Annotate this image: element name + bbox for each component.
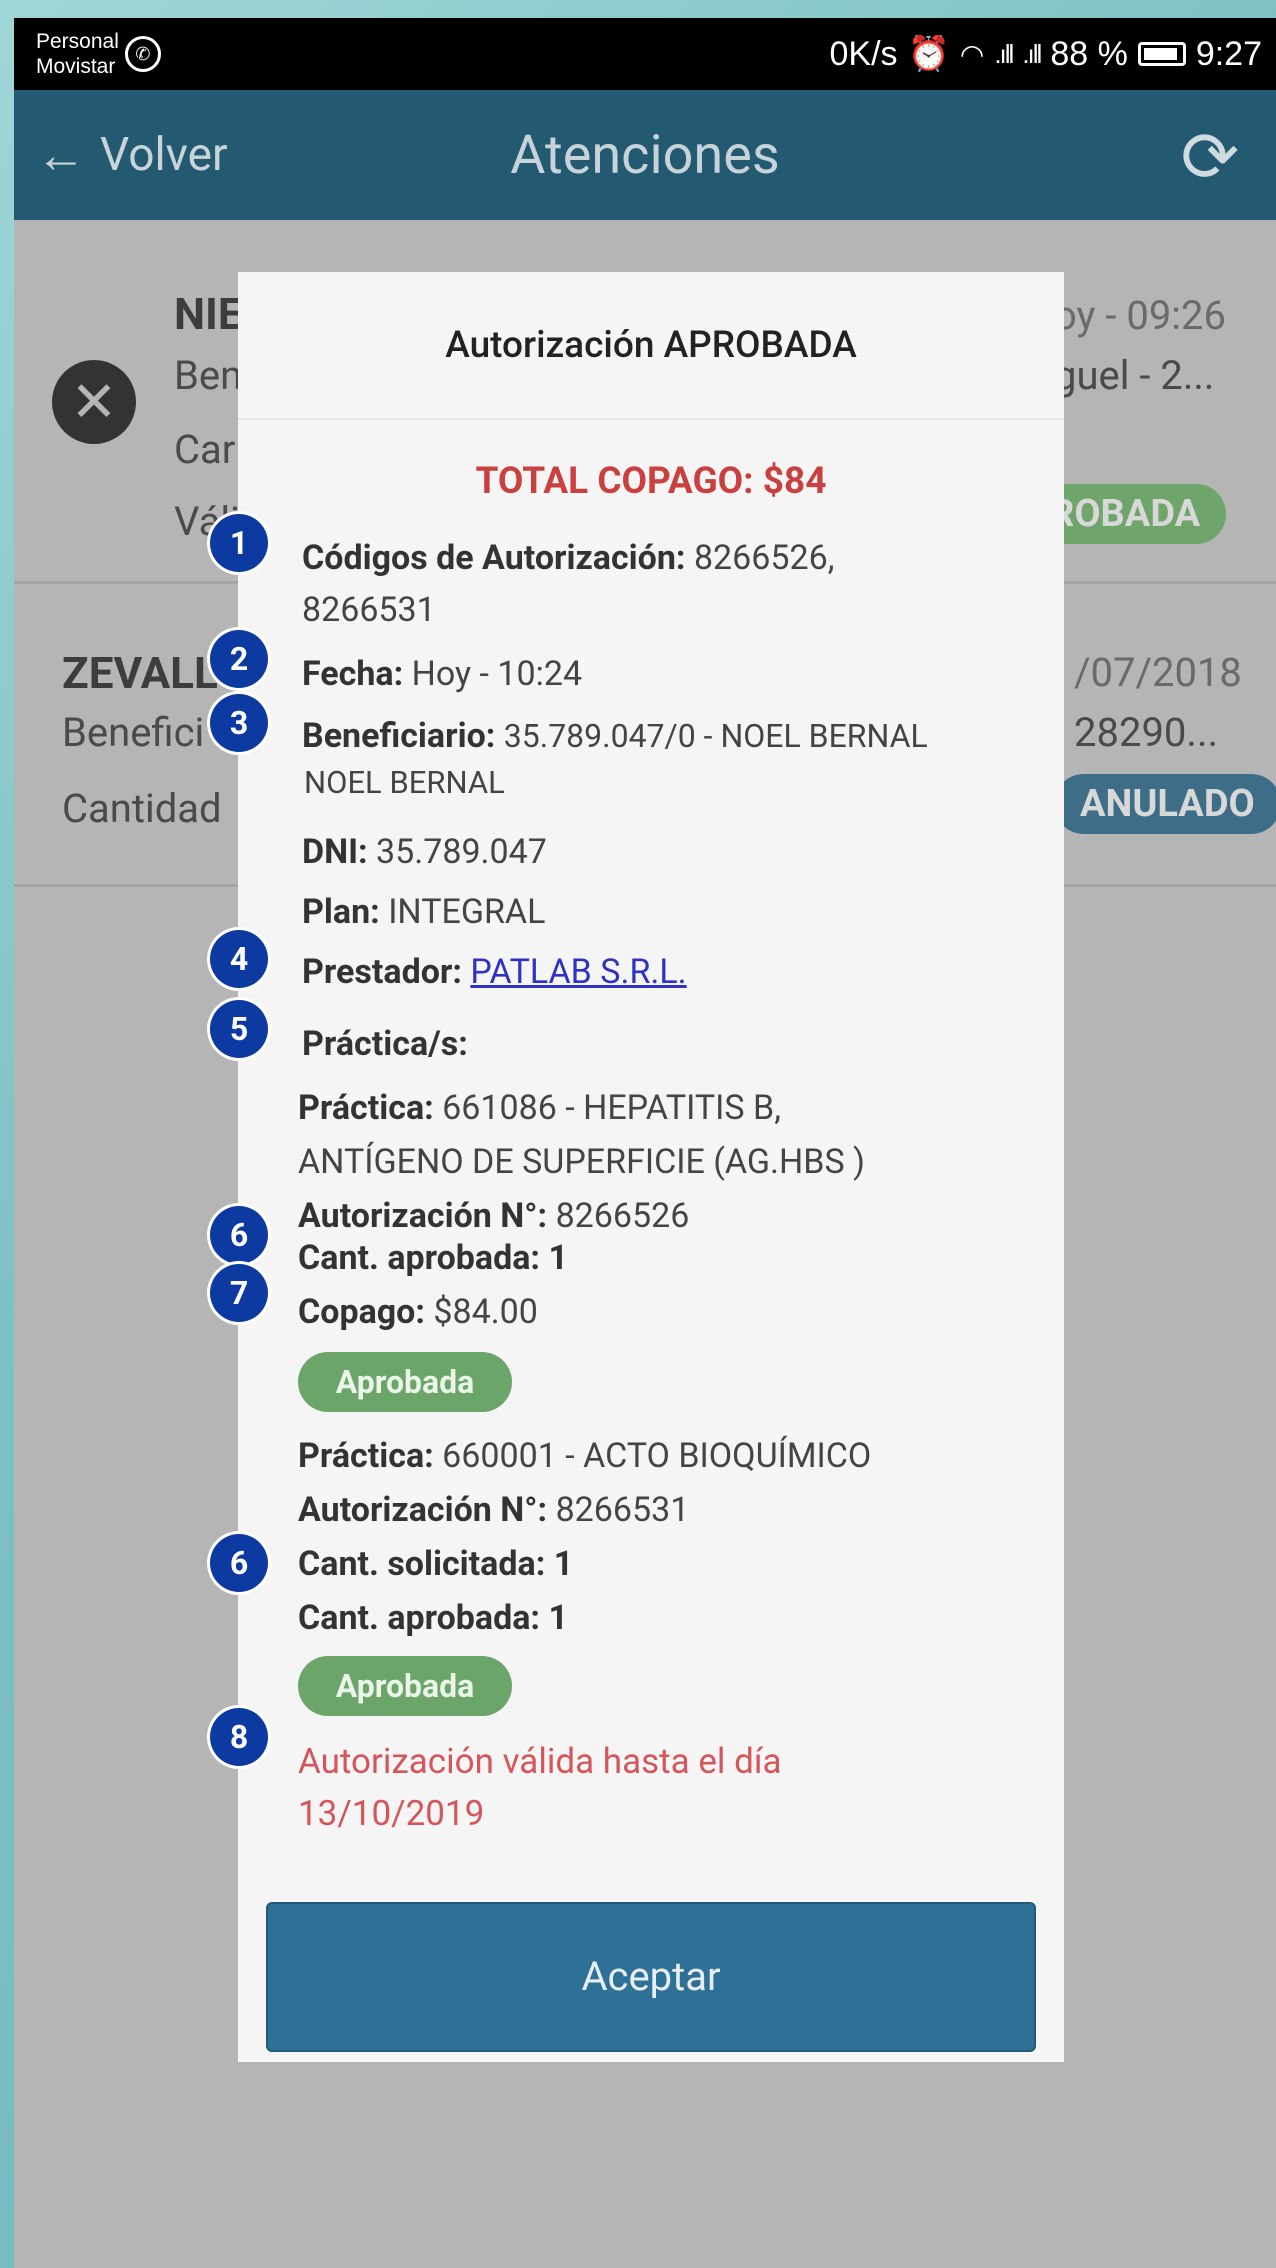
refresh-icon[interactable]: ⟳ xyxy=(1174,122,1246,194)
battery-icon xyxy=(1137,42,1186,66)
whatsapp-icon: ✆ xyxy=(124,36,161,72)
autorizacion-line: Autorización N°: 8266531 xyxy=(298,1490,690,1530)
status-badge: ANULADO xyxy=(1054,774,1276,834)
practicas-heading: Práctica/s: xyxy=(302,1024,468,1064)
validity-note: Autorización válida hasta el día 13/10/2… xyxy=(298,1741,782,1834)
network-speed: 0K/s xyxy=(829,34,898,73)
status-badge: Aprobada xyxy=(298,1352,512,1412)
codigos-line: Códigos de Autorización: 8266526, xyxy=(302,538,835,578)
prestador-line: Prestador: PATLAB S.R.L. xyxy=(302,952,687,992)
signal-icon: .ıll xyxy=(994,38,1014,69)
practica-line: Práctica: 660001 - ACTO BIOQUÍMICO xyxy=(298,1436,872,1476)
cant-aprobada-line: Cant. aprobada: 1 xyxy=(298,1238,568,1278)
page-title: Atenciones xyxy=(510,123,780,187)
marker-badge: 6 xyxy=(210,1206,268,1264)
practica-line: Práctica: 661086 - HEPATITIS B, xyxy=(298,1088,781,1128)
total-copago: TOTAL COPAGO: $84 xyxy=(475,460,827,503)
codigos-line-2: 8266531 xyxy=(302,590,436,630)
marker-badge: 5 xyxy=(210,1000,268,1058)
marker-badge: 2 xyxy=(210,630,268,688)
marker-badge: 3 xyxy=(210,694,268,752)
carrier-name: Personal Movistar xyxy=(36,30,119,78)
status-bar: Personal Movistar ✆ 0K/s ⏰ ◠ .ıll .ıll 8… xyxy=(14,18,1276,90)
autorizacion-line: Autorización N°: 8266526 xyxy=(298,1196,690,1236)
fecha-line: Fecha: Hoy - 10:24 xyxy=(302,654,583,694)
marker-badge: 7 xyxy=(210,1264,268,1322)
status-badge: Aprobada xyxy=(298,1656,512,1716)
copago-line: Copago: $84.00 xyxy=(298,1292,538,1332)
cant-solicitada-line: Cant. solicitada: 1 xyxy=(298,1544,574,1584)
signal-icon-2: .ıll xyxy=(1022,38,1042,69)
dni-line: DNI: 35.789.047 xyxy=(302,832,547,872)
marker-badge: 6 xyxy=(210,1534,268,1592)
cancel-circle-icon[interactable]: ✕ xyxy=(52,360,136,444)
marker-badge: 4 xyxy=(210,930,268,988)
authorization-dialog: Autorización APROBADA TOTAL COPAGO: $84 … xyxy=(238,272,1064,2062)
phone-screen: Personal Movistar ✆ 0K/s ⏰ ◠ .ıll .ıll 8… xyxy=(14,18,1276,2268)
practica-line-2: ANTÍGENO DE SUPERFICIE (AG.HBS ) xyxy=(298,1142,865,1182)
cant-aprobada-line: Cant. aprobada: 1 xyxy=(298,1598,568,1638)
marker-badge: 8 xyxy=(210,1708,268,1766)
beneficiario-line-2: NOEL BERNAL xyxy=(304,764,505,801)
clock: 9:27 xyxy=(1195,34,1262,73)
plan-line: Plan: INTEGRAL xyxy=(302,892,546,932)
beneficiario-line: Beneficiario: 35.789.047/0 - NOEL BERNAL xyxy=(302,716,928,756)
accept-button[interactable]: Aceptar xyxy=(266,1902,1036,2052)
app-bar: ← Volver Atenciones ⟳ xyxy=(14,90,1276,220)
alarm-icon: ⏰ xyxy=(907,35,950,73)
battery-percent: 88 % xyxy=(1050,34,1128,73)
dialog-title: Autorización APROBADA xyxy=(238,272,1064,420)
wifi-icon: ◠ xyxy=(959,38,985,70)
prestador-link[interactable]: PATLAB S.R.L. xyxy=(470,952,686,992)
marker-badge: 1 xyxy=(210,514,268,572)
